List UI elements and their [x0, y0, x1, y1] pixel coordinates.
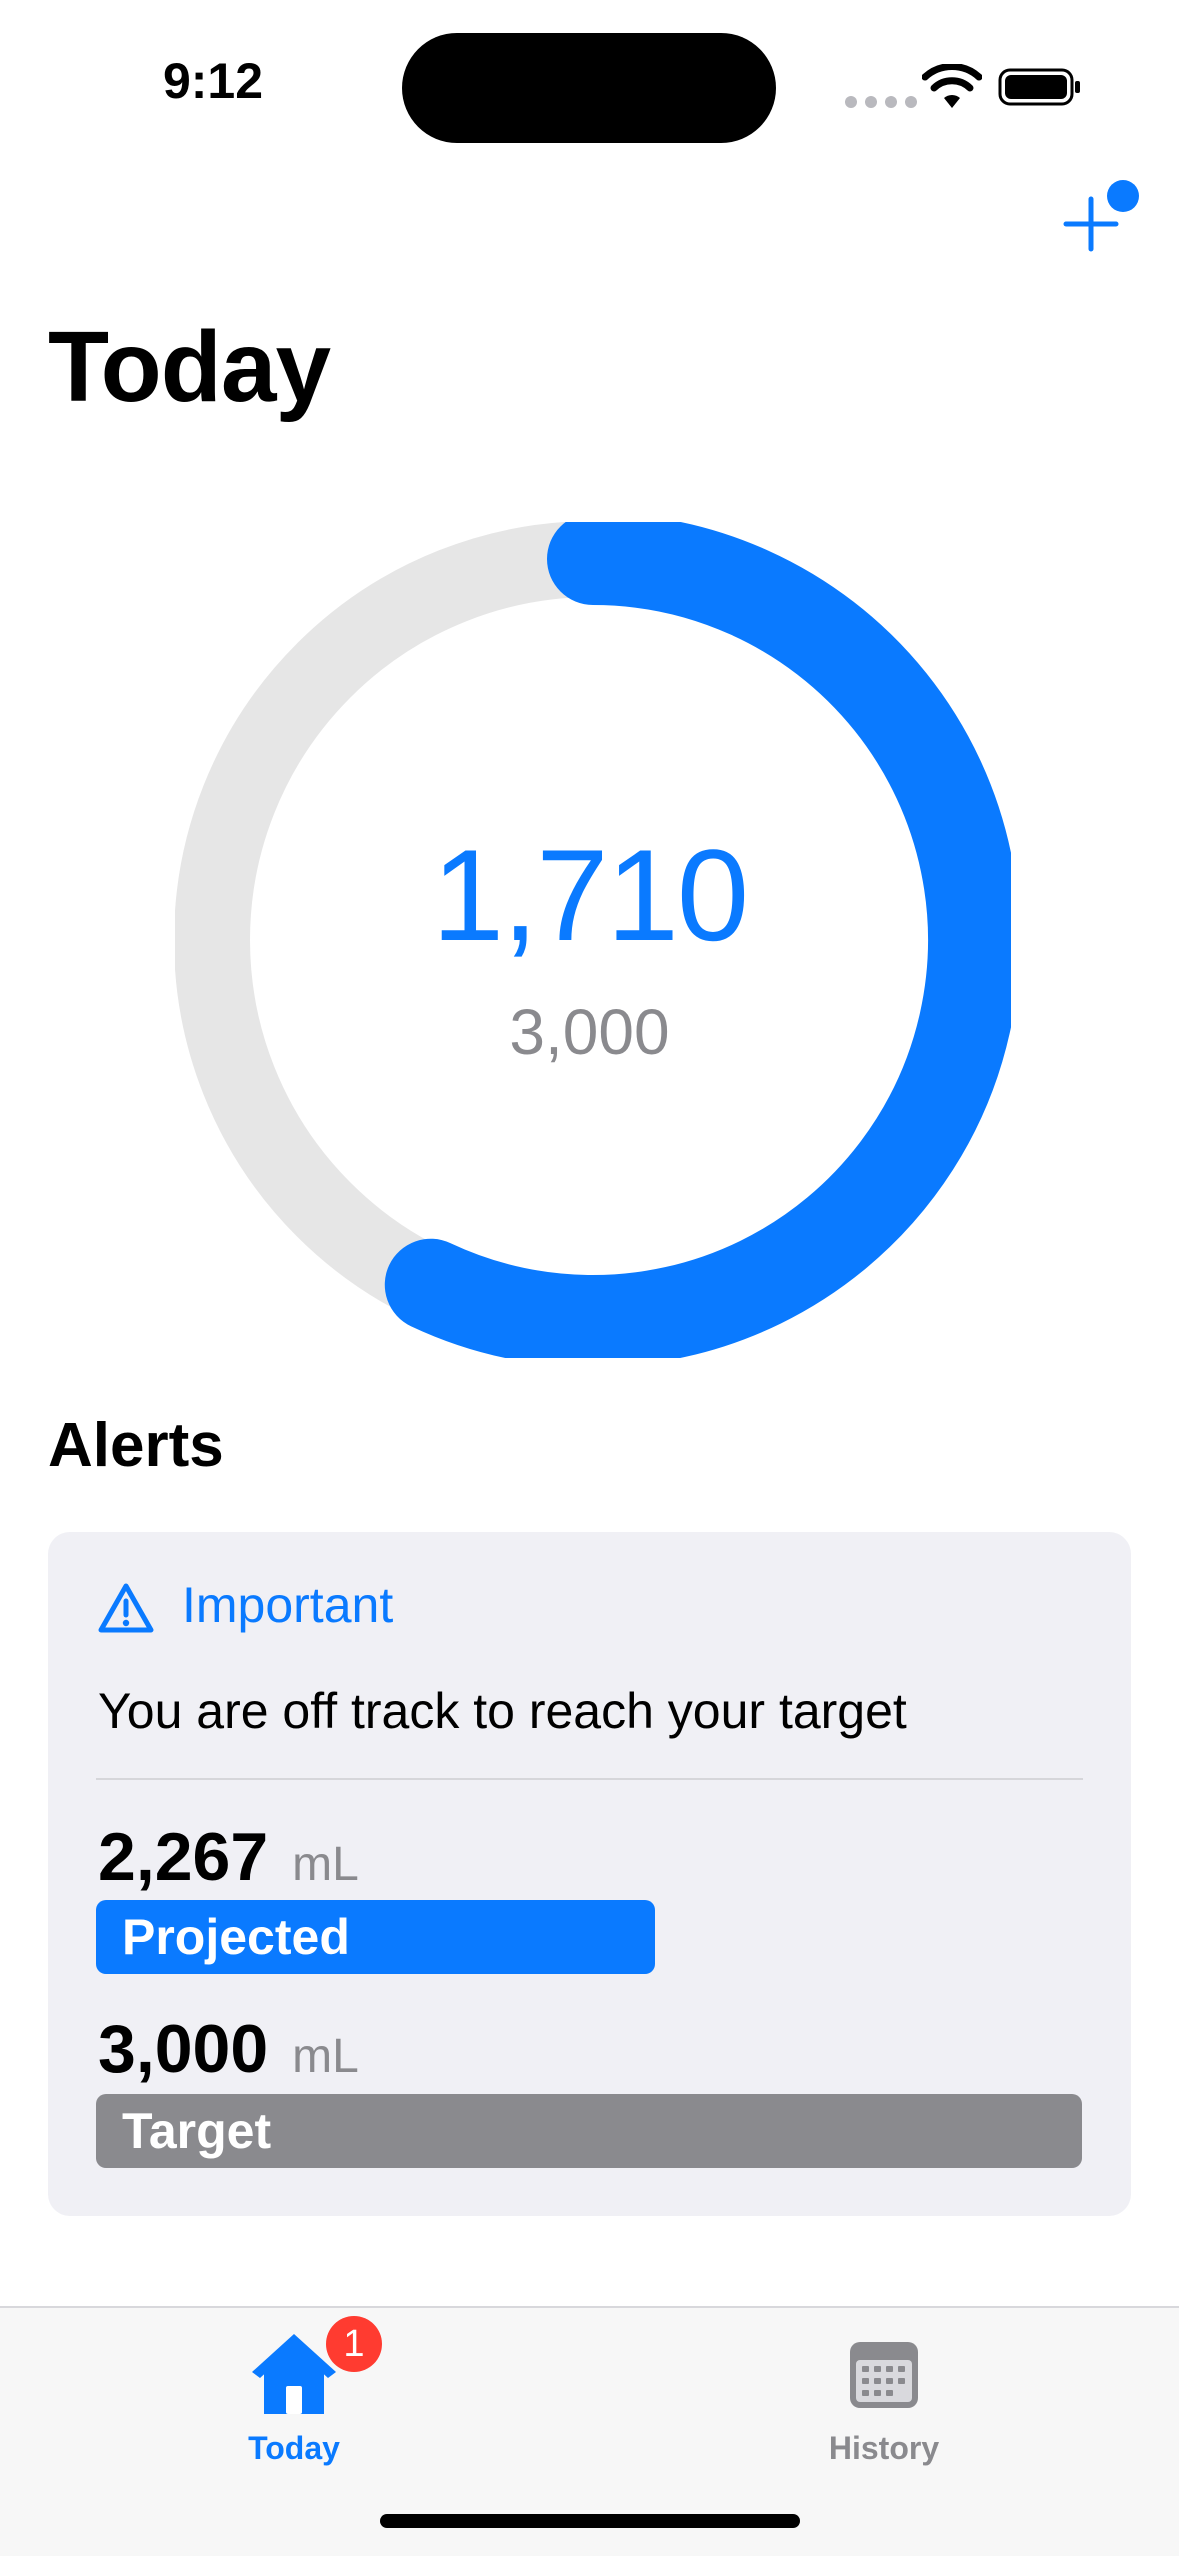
- tab-today[interactable]: 1 Today: [144, 2308, 444, 2488]
- target-intake-value: 3,000: [509, 996, 670, 1068]
- warning-triangle-icon: [98, 1583, 154, 1633]
- cellular-signal-icon: [845, 96, 917, 108]
- tab-history-label: History: [828, 2430, 940, 2466]
- notification-dot: [1107, 180, 1139, 212]
- target-value: 3,000: [98, 2011, 269, 2087]
- tab-today-label: Today: [248, 2430, 340, 2466]
- page-title: Today: [48, 311, 331, 423]
- projected-bar: Projected: [96, 1900, 1082, 1974]
- target-metric: 3,000 mL: [98, 2010, 359, 2088]
- target-bar: Target: [96, 2094, 1082, 2168]
- dynamic-island: [402, 33, 776, 143]
- projected-unit: mL: [292, 1838, 359, 1891]
- projected-metric: 2,267 mL: [98, 1818, 359, 1896]
- alert-card[interactable]: Important You are off track to reach you…: [48, 1532, 1131, 2216]
- alert-title: Important: [182, 1577, 394, 1633]
- status-time: 9:12: [162, 53, 264, 109]
- alert-divider: [96, 1778, 1083, 1780]
- tab-history[interactable]: History: [734, 2308, 1034, 2488]
- plus-icon: [1063, 196, 1119, 252]
- calendar-icon: [850, 2342, 918, 2408]
- alert-message: You are off track to reach your target: [98, 1683, 907, 1739]
- current-intake-value: 1,710: [431, 822, 749, 968]
- battery-icon: [998, 68, 1080, 106]
- add-entry-button[interactable]: [1050, 170, 1150, 270]
- target-bar-label: Target: [122, 2103, 272, 2159]
- wifi-icon: [922, 64, 982, 108]
- projected-bar-fill: Projected: [96, 1900, 655, 1974]
- projected-bar-label: Projected: [122, 1909, 350, 1965]
- alerts-heading: Alerts: [48, 1411, 224, 1480]
- projected-value: 2,267: [98, 1819, 269, 1895]
- target-unit: mL: [292, 2030, 359, 2083]
- target-bar-fill: Target: [96, 2094, 1082, 2168]
- home-indicator[interactable]: [380, 2514, 800, 2528]
- today-badge: 1: [326, 2316, 382, 2372]
- today-screen: 9:12 Today 1,710 3,000 Alerts Important …: [0, 0, 1179, 2556]
